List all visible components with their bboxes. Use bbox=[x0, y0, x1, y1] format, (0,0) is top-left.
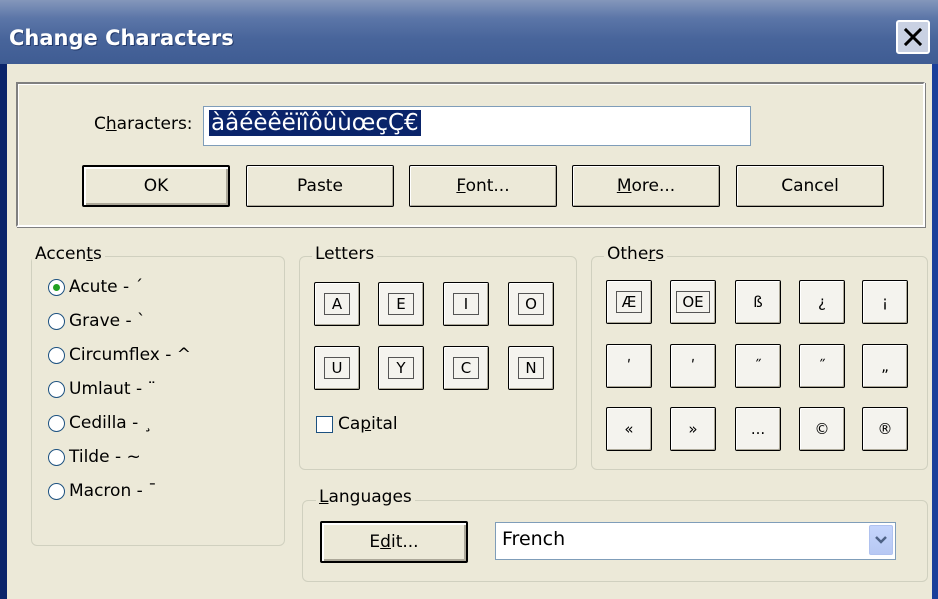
close-icon bbox=[903, 27, 923, 47]
window-title: Change Characters bbox=[9, 26, 234, 50]
accent-option-cedilla[interactable]: Cedilla - ¸ bbox=[48, 413, 152, 433]
other-button-sharp-s[interactable]: ß bbox=[735, 280, 781, 324]
chevron-down-icon bbox=[875, 536, 887, 544]
other-button-ae[interactable]: Æ bbox=[606, 280, 652, 324]
accent-option-macron[interactable]: Macron - ¯ bbox=[48, 481, 157, 501]
other-button-guillemet-right[interactable]: » bbox=[670, 407, 716, 451]
radio-button[interactable] bbox=[48, 346, 65, 364]
ok-button[interactable]: OK bbox=[82, 165, 230, 207]
capital-checkbox[interactable]: Capital bbox=[316, 414, 398, 434]
cancel-button[interactable]: Cancel bbox=[736, 165, 884, 207]
other-button-prime-2[interactable]: ʹ bbox=[670, 344, 716, 388]
language-select[interactable]: French bbox=[495, 522, 896, 560]
other-button-inverted-question[interactable]: ¿ bbox=[799, 280, 845, 324]
letter-button-n[interactable]: N bbox=[508, 346, 554, 390]
accent-option-tilde[interactable]: Tilde - ~ bbox=[48, 447, 141, 467]
paste-button[interactable]: Paste bbox=[246, 165, 394, 207]
edit-languages-button[interactable]: Edit... bbox=[320, 521, 468, 563]
other-button-copyright[interactable]: © bbox=[799, 407, 845, 451]
other-button-guillemet-left[interactable]: « bbox=[606, 407, 652, 451]
capital-label: Capital bbox=[338, 414, 398, 434]
font-button[interactable]: Font... bbox=[409, 165, 557, 207]
radio-button[interactable] bbox=[48, 448, 65, 466]
languages-legend: Languages bbox=[316, 487, 415, 507]
radio-button[interactable] bbox=[48, 312, 65, 330]
characters-value: àâéèêëïîôûùœçÇ€ bbox=[209, 110, 421, 136]
others-legend: Others bbox=[604, 244, 668, 264]
characters-input[interactable]: àâéèêëïîôûùœçÇ€ bbox=[203, 106, 751, 146]
more-button[interactable]: More... bbox=[572, 165, 720, 207]
accents-group bbox=[31, 256, 285, 546]
letter-button-e[interactable]: E bbox=[378, 282, 424, 326]
radio-button[interactable] bbox=[48, 380, 65, 398]
accent-option-circumflex[interactable]: Circumflex - ^ bbox=[48, 345, 191, 365]
other-button-inverted-exclamation[interactable]: ¡ bbox=[862, 280, 908, 324]
letter-button-y[interactable]: Y bbox=[378, 346, 424, 390]
checkbox-box[interactable] bbox=[316, 415, 333, 433]
other-button-oe[interactable]: OE bbox=[670, 280, 716, 324]
accents-legend: Accents bbox=[32, 244, 105, 264]
radio-button[interactable] bbox=[48, 482, 65, 500]
letter-button-a[interactable]: A bbox=[314, 282, 360, 326]
other-button-prime[interactable]: ʹ bbox=[606, 344, 652, 388]
other-button-registered[interactable]: ® bbox=[862, 407, 908, 451]
other-button-double-prime-2[interactable]: ˝ bbox=[799, 344, 845, 388]
close-button[interactable] bbox=[896, 20, 930, 54]
letter-button-c[interactable]: C bbox=[443, 346, 489, 390]
radio-button[interactable] bbox=[48, 278, 65, 296]
other-button-double-prime[interactable]: ˝ bbox=[735, 344, 781, 388]
letters-legend: Letters bbox=[312, 244, 378, 264]
characters-label: Characters: bbox=[94, 114, 193, 134]
letter-button-o[interactable]: O bbox=[508, 282, 554, 326]
radio-button[interactable] bbox=[48, 414, 65, 432]
dropdown-button[interactable] bbox=[869, 525, 893, 555]
accent-option-grave[interactable]: Grave - ` bbox=[48, 311, 146, 331]
accent-option-umlaut[interactable]: Umlaut - ¨ bbox=[48, 379, 156, 399]
letter-button-i[interactable]: I bbox=[443, 282, 489, 326]
accent-option-acute[interactable]: Acute - ´ bbox=[48, 277, 143, 297]
language-select-value: French bbox=[502, 528, 566, 550]
other-button-ellipsis[interactable]: ... bbox=[735, 407, 781, 451]
letter-button-u[interactable]: U bbox=[314, 346, 360, 390]
other-button-low-quote[interactable]: „ bbox=[862, 344, 908, 388]
